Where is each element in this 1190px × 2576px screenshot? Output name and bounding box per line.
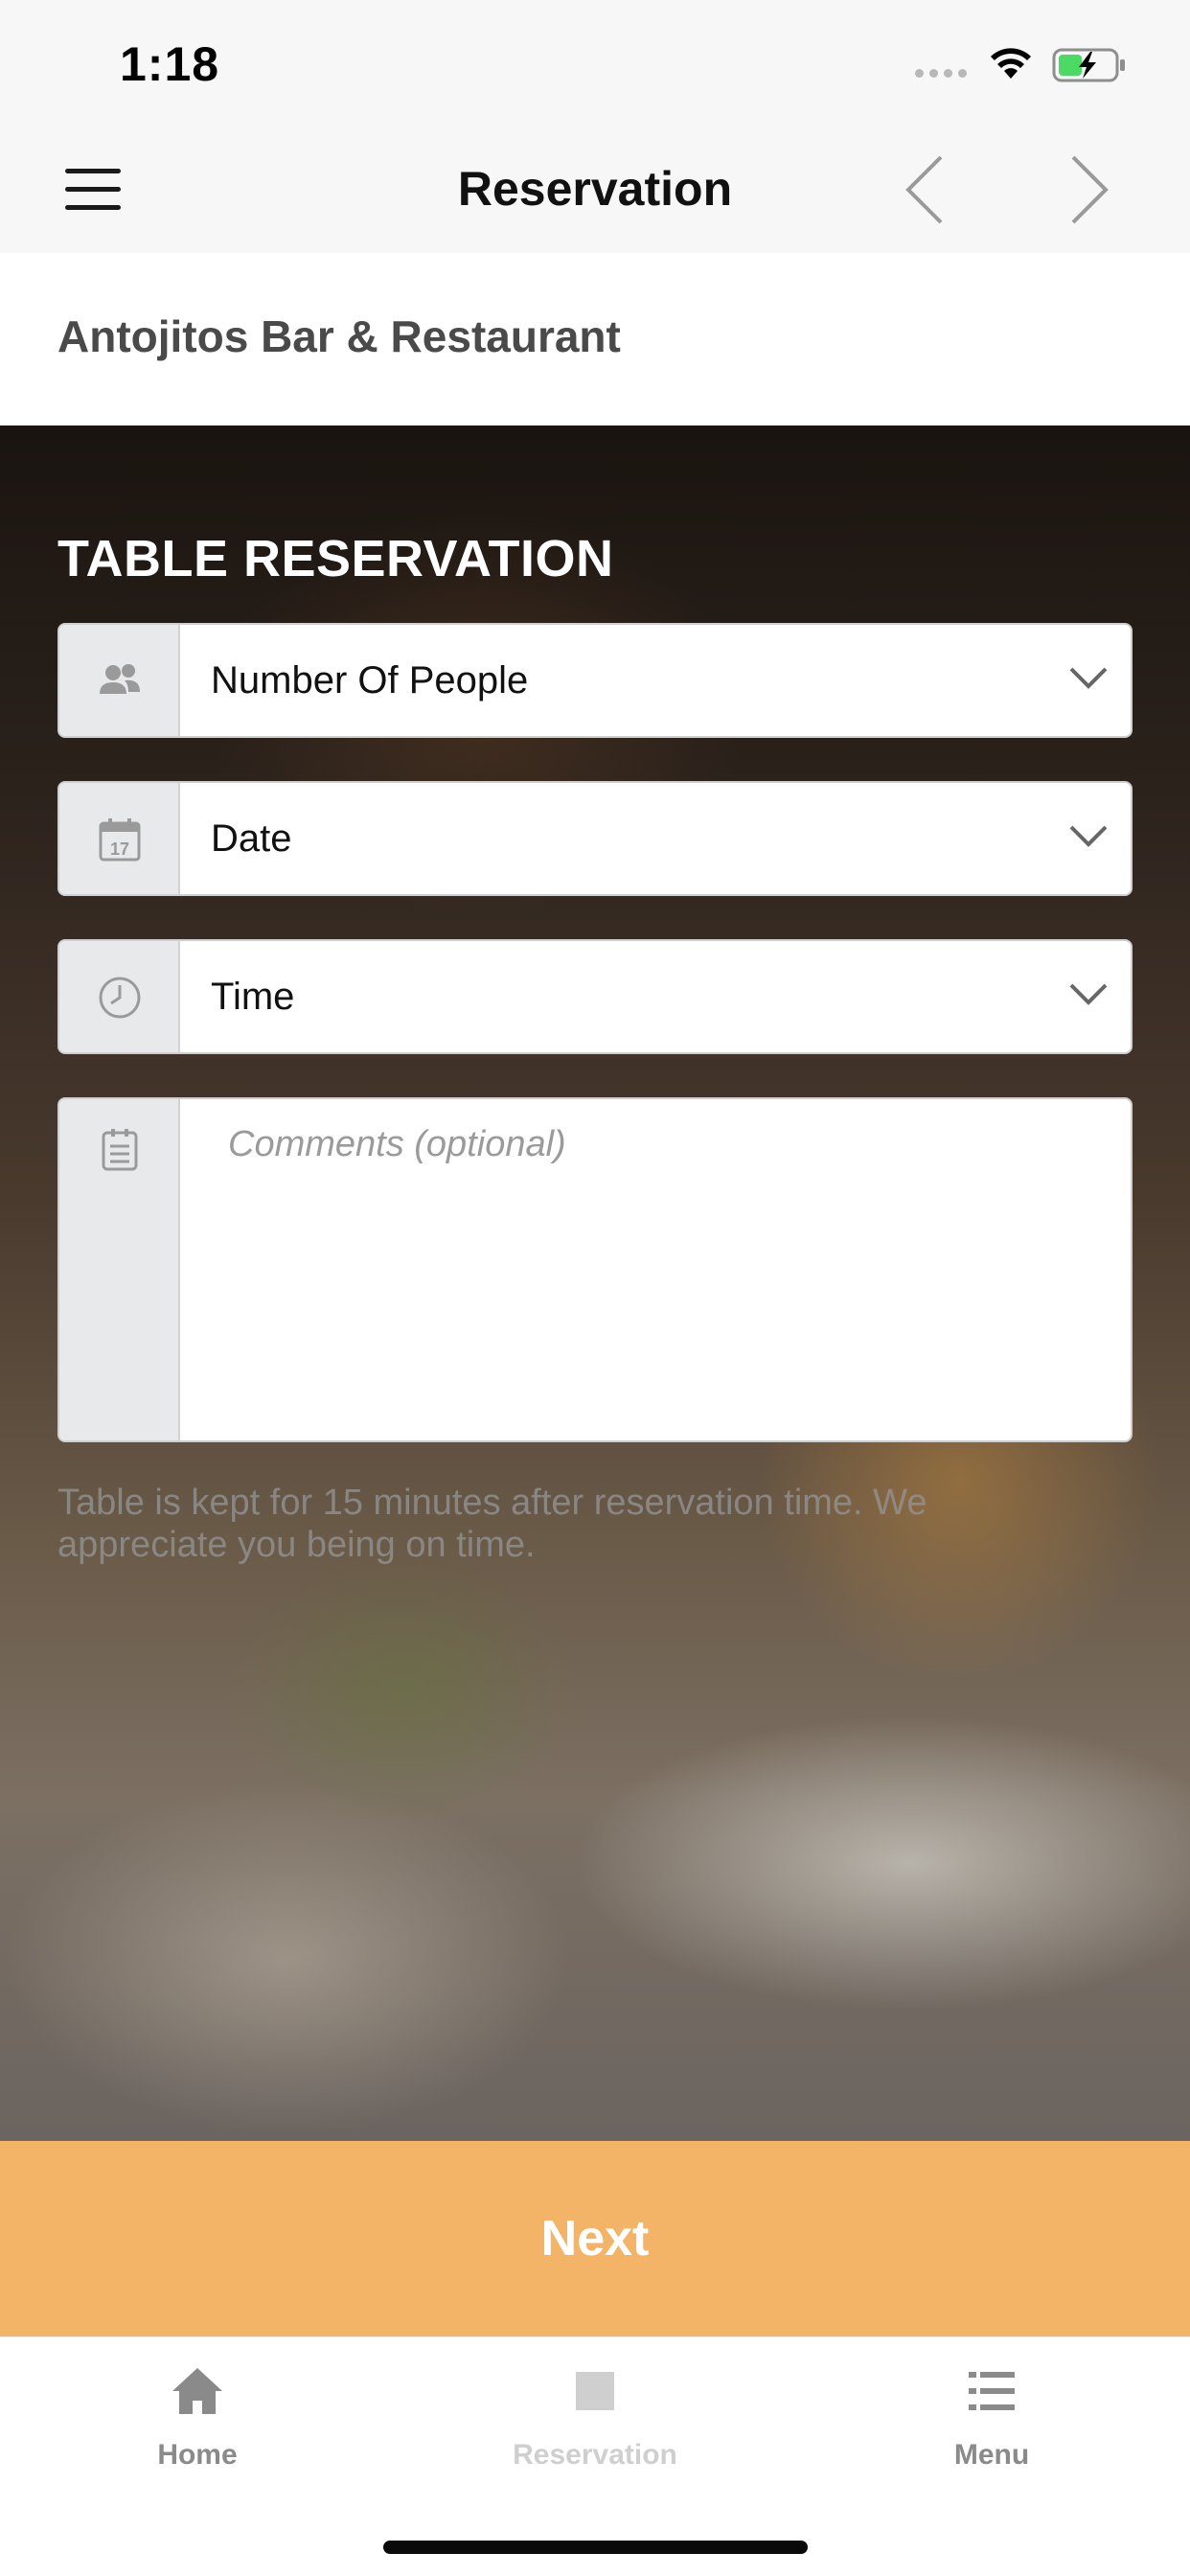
cellular-signal-icon xyxy=(915,69,967,78)
reservation-note: Table is kept for 15 minutes after reser… xyxy=(57,1483,927,1565)
time-label: Time xyxy=(211,976,295,1018)
battery-charging-icon xyxy=(1052,48,1125,82)
list-icon xyxy=(969,2372,1015,2410)
field-icon-box xyxy=(59,625,180,736)
tab-menu-label: Menu xyxy=(953,2439,1030,2471)
status-bar: 1:18 xyxy=(0,0,1190,126)
tab-menu[interactable]: Menu xyxy=(848,2364,1135,2472)
notepad-icon xyxy=(102,1129,138,1171)
forward-chevron-icon[interactable] xyxy=(1065,151,1113,228)
back-chevron-icon[interactable] xyxy=(901,151,949,228)
tab-home[interactable]: Home xyxy=(54,2364,341,2472)
people-icon xyxy=(100,664,140,694)
chevron-down-icon xyxy=(1069,983,1108,1005)
next-button[interactable]: Next xyxy=(0,2141,1190,2336)
comments-input[interactable] xyxy=(182,1099,1131,1440)
tab-bar: Home Reservation Menu xyxy=(0,2336,1190,2576)
chevron-down-icon xyxy=(1069,825,1108,847)
status-time: 1:18 xyxy=(120,37,220,91)
tab-home-label: Home xyxy=(157,2439,238,2471)
calendar-icon: 17 xyxy=(99,818,141,862)
home-icon xyxy=(172,2368,222,2414)
tab-reservation[interactable]: Reservation xyxy=(451,2364,739,2472)
square-icon xyxy=(576,2372,614,2410)
comments-field xyxy=(57,1097,1133,1442)
page-title: Reservation xyxy=(457,162,733,216)
chevron-down-icon xyxy=(1069,667,1108,689)
field-icon-box xyxy=(59,941,180,1052)
next-button-label: Next xyxy=(540,2211,650,2266)
section-title: TABLE RESERVATION xyxy=(57,530,614,587)
svg-text:17: 17 xyxy=(110,840,129,859)
navigation-bar: Reservation xyxy=(0,126,1190,253)
wifi-icon xyxy=(991,48,1031,79)
date-select[interactable]: 17 Date xyxy=(57,781,1133,896)
field-icon-box: 17 xyxy=(59,783,180,894)
restaurant-header: Antojitos Bar & Restaurant xyxy=(0,253,1190,426)
number-of-people-select[interactable]: Number Of People xyxy=(57,623,1133,738)
number-of-people-label: Number Of People xyxy=(211,659,529,702)
tab-reservation-label: Reservation xyxy=(513,2439,677,2471)
time-select[interactable]: Time xyxy=(57,939,1133,1054)
date-label: Date xyxy=(211,817,292,860)
clock-icon xyxy=(99,977,141,1019)
restaurant-name: Antojitos Bar & Restaurant xyxy=(57,311,621,361)
home-indicator xyxy=(383,2541,808,2554)
reservation-form-area: TABLE RESERVATION Number Of People 17 Da… xyxy=(0,426,1190,2141)
field-icon-box xyxy=(59,1099,180,1440)
